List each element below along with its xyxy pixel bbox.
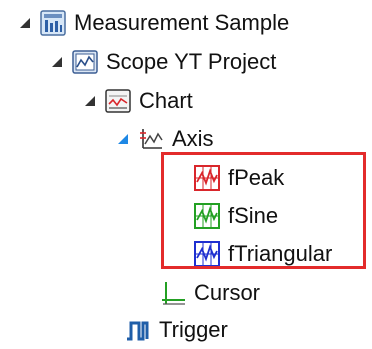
channel-icon: [194, 165, 220, 191]
tree-node-axis[interactable]: Axis: [116, 120, 214, 158]
tree-node-measurement-sample[interactable]: Measurement Sample: [18, 4, 289, 42]
tree-node-label: fTriangular: [228, 241, 333, 266]
tree-node-scope-yt-project[interactable]: Scope YT Project: [50, 43, 276, 81]
tree-node-label: fSine: [228, 203, 279, 228]
expanded-triangle-icon[interactable]: [116, 132, 130, 146]
expanded-triangle-icon[interactable]: [50, 55, 64, 69]
tree-node-label: fPeak: [228, 165, 285, 190]
tree-node-label: Measurement Sample: [74, 10, 290, 35]
trigger-icon: [127, 321, 149, 341]
measurement-project-icon: [40, 10, 66, 36]
expanded-triangle-icon[interactable]: [18, 16, 32, 30]
channel-icon: [194, 241, 220, 267]
tree-node-cursor[interactable]: Cursor: [160, 274, 260, 312]
tree-node-label: Axis: [172, 126, 214, 151]
tree-node-trigger[interactable]: Trigger: [125, 311, 228, 349]
chart-icon: [105, 89, 131, 113]
channel-icon: [194, 203, 220, 229]
expanded-triangle-icon[interactable]: [83, 94, 97, 108]
tree-node-ftriangular[interactable]: fTriangular: [194, 235, 332, 273]
tree-node-fsine[interactable]: fSine: [194, 197, 278, 235]
tree-node-label: Trigger: [159, 317, 228, 342]
cursor-icon: [162, 282, 185, 305]
axis-icon: [140, 129, 163, 149]
tree-node-label: Scope YT Project: [106, 49, 277, 74]
tree-node-label: Chart: [139, 88, 193, 113]
tree-node-label: Cursor: [194, 280, 261, 305]
scope-project-icon: [72, 50, 98, 74]
tree-view: Measurement Sample Scope YT Project Char…: [0, 0, 372, 347]
tree-node-fpeak[interactable]: fPeak: [194, 159, 284, 197]
tree-node-chart[interactable]: Chart: [83, 82, 193, 120]
